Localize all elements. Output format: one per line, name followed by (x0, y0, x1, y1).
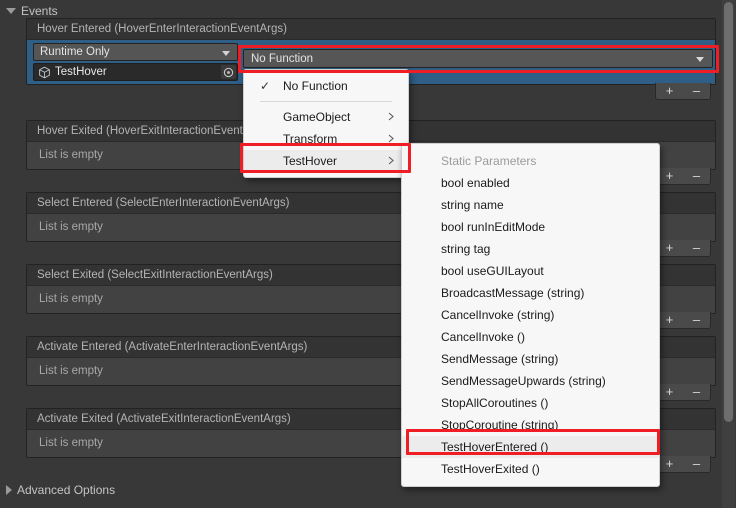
menu-item-label: TestHover (283, 154, 337, 168)
gameobject-cube-icon (38, 66, 51, 79)
remove-callback-button[interactable]: – (683, 457, 710, 471)
advanced-options-label: Advanced Options (17, 483, 115, 497)
add-callback-button[interactable]: + (656, 385, 683, 399)
add-callback-button[interactable]: + (656, 241, 683, 255)
submenu-item-stopallcoroutines[interactable]: StopAllCoroutines () (402, 392, 659, 414)
menu-item-gameobject[interactable]: GameObject (244, 106, 408, 128)
add-callback-button[interactable]: + (656, 313, 683, 327)
list-add-remove-buttons-1: + – (655, 83, 711, 100)
submenu-item-stopcoroutine-string[interactable]: StopCoroutine (string) (402, 414, 659, 436)
remove-callback-button[interactable]: – (683, 385, 710, 399)
submenu-item-label: TestHoverExited () (441, 462, 540, 476)
menu-separator (260, 101, 392, 102)
callback-object-name: TestHover (55, 64, 107, 81)
submenu-item-label: string name (441, 198, 504, 212)
submenu-item-label: bool enabled (441, 176, 510, 190)
inspector-scrollbar-thumb[interactable] (724, 2, 733, 422)
menu-item-label: GameObject (283, 110, 350, 124)
submenu-item-broadcastmessage-string[interactable]: BroadcastMessage (string) (402, 282, 659, 304)
submenu-item-label: SendMessage (string) (441, 352, 558, 366)
callback-object-field[interactable]: TestHover (33, 63, 238, 81)
chevron-right-icon (6, 485, 12, 495)
submenu-item-label: BroadcastMessage (string) (441, 286, 584, 300)
submenu-item-testhoverentered[interactable]: TestHoverEntered () (402, 436, 659, 458)
function-dropdown-menu[interactable]: ✓ No Function GameObject Transform TestH… (243, 69, 409, 178)
submenu-item-string-name[interactable]: string name (402, 194, 659, 216)
submenu-item-label: CancelInvoke (string) (441, 308, 554, 322)
submenu-item-label: StopCoroutine (string) (441, 418, 558, 432)
testhover-submenu[interactable]: Static Parameters bool enabled string na… (401, 143, 660, 487)
submenu-item-label: bool runInEditMode (441, 220, 545, 234)
add-callback-button[interactable]: + (656, 457, 683, 471)
submenu-item-label: string tag (441, 242, 490, 256)
submenu-item-bool-enabled[interactable]: bool enabled (402, 172, 659, 194)
callback-mode-value: Runtime Only (40, 46, 110, 58)
chevron-down-icon (696, 57, 704, 62)
chevron-down-icon (222, 51, 230, 56)
submenu-item-label: SendMessageUpwards (string) (441, 374, 606, 388)
advanced-options-foldout[interactable]: Advanced Options (4, 483, 115, 497)
events-foldout-label: Events (21, 4, 58, 18)
list-add-remove-buttons-5: + – (655, 384, 711, 401)
menu-item-label: Transform (283, 132, 337, 146)
remove-callback-button[interactable]: – (683, 241, 710, 255)
remove-callback-button[interactable]: – (683, 84, 710, 98)
list-add-remove-buttons-4: + – (655, 312, 711, 329)
add-callback-button[interactable]: + (656, 169, 683, 183)
submenu-item-label: TestHoverEntered () (441, 440, 548, 454)
chevron-down-icon (6, 8, 16, 14)
submenu-item-label: StopAllCoroutines () (441, 396, 548, 410)
callback-function-dropdown[interactable]: No Function (243, 49, 713, 68)
add-callback-button[interactable]: + (656, 84, 683, 98)
checkmark-icon: ✓ (260, 75, 270, 97)
submenu-item-label: CancelInvoke () (441, 330, 525, 344)
chevron-right-icon (388, 112, 394, 121)
chevron-right-icon (388, 156, 394, 165)
submenu-item-sendmessageupwards-string[interactable]: SendMessageUpwards (string) (402, 370, 659, 392)
list-add-remove-buttons-3: + – (655, 240, 711, 257)
callback-function-value: No Function (251, 53, 313, 65)
menu-item-label: No Function (283, 79, 348, 93)
list-add-remove-buttons-6: + – (655, 456, 711, 473)
submenu-section-static-parameters: Static Parameters (402, 150, 659, 172)
unity-inspector-events-panel: Events Hover Entered (HoverEnterInteract… (0, 0, 736, 508)
event-header-hover-entered: Hover Entered (HoverEnterInteractionEven… (27, 19, 715, 40)
submenu-item-testhoverexited[interactable]: TestHoverExited () (402, 458, 659, 480)
menu-item-testhover[interactable]: TestHover (244, 150, 408, 172)
callback-left-column: Runtime Only TestHover (33, 43, 238, 81)
events-foldout-header[interactable]: Events (4, 4, 58, 18)
submenu-item-bool-runineditmode[interactable]: bool runInEditMode (402, 216, 659, 238)
remove-callback-button[interactable]: – (683, 169, 710, 183)
menu-item-transform[interactable]: Transform (244, 128, 408, 150)
submenu-item-sendmessage-string[interactable]: SendMessage (string) (402, 348, 659, 370)
chevron-right-icon (388, 134, 394, 143)
submenu-item-label: Static Parameters (441, 154, 536, 168)
submenu-item-string-tag[interactable]: string tag (402, 238, 659, 260)
callback-mode-dropdown[interactable]: Runtime Only (33, 43, 238, 61)
list-add-remove-buttons-2: + – (655, 168, 711, 185)
submenu-item-label: bool useGUILayout (441, 264, 544, 278)
submenu-item-cancelinvoke[interactable]: CancelInvoke () (402, 326, 659, 348)
submenu-item-cancelinvoke-string[interactable]: CancelInvoke (string) (402, 304, 659, 326)
menu-item-no-function[interactable]: ✓ No Function (244, 75, 408, 97)
submenu-item-bool-usegui-layout[interactable]: bool useGUILayout (402, 260, 659, 282)
inspector-scrollbar-track[interactable] (722, 0, 735, 508)
remove-callback-button[interactable]: – (683, 313, 710, 327)
object-picker-icon[interactable] (221, 65, 236, 79)
